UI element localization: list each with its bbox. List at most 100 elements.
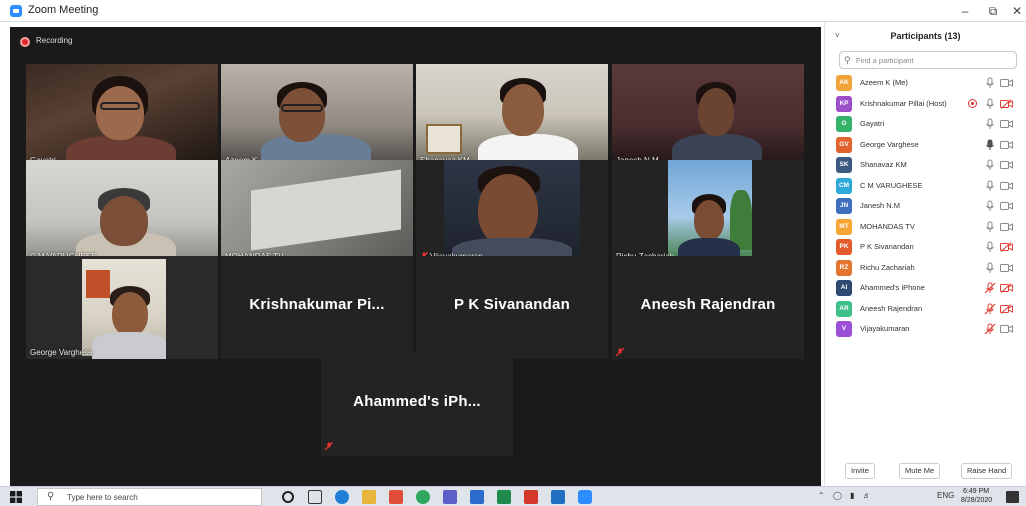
- cortana-icon[interactable]: [282, 491, 294, 503]
- video-tile-richu[interactable]: Richu Zachariah: [612, 160, 804, 263]
- clock-time[interactable]: 6:49 PM: [963, 488, 989, 495]
- window-titlebar: Zoom Meeting – ⧉ ✕: [0, 0, 1026, 22]
- zoom-taskbar-icon[interactable]: [578, 490, 592, 504]
- participant-name: Aneesh Rajendran: [860, 303, 923, 313]
- video-off-icon[interactable]: [1000, 140, 1013, 150]
- video-tile-janesh[interactable]: Janesh N.M: [612, 64, 804, 167]
- video-tile-krishnakumar[interactable]: Krishnakumar Pi...: [221, 256, 413, 359]
- search-icon: ⚲: [844, 55, 851, 65]
- video-off-icon[interactable]: [1000, 119, 1013, 129]
- chevron-up-icon[interactable]: ⌃: [818, 491, 825, 500]
- search-icon: ⚲: [47, 491, 55, 502]
- close-button[interactable]: ✕: [1002, 2, 1026, 20]
- system-tray: ⌃ ◯ ▮ ♬ ENG: [818, 491, 954, 500]
- mic-icon[interactable]: [984, 262, 996, 274]
- raise-hand-button[interactable]: Raise Hand: [961, 463, 1013, 479]
- video-feed: [416, 64, 608, 167]
- invite-button[interactable]: Invite: [845, 463, 875, 479]
- excel-icon[interactable]: [497, 490, 511, 504]
- participant-name: Azeem K (Me): [860, 78, 908, 87]
- outlook-icon[interactable]: [551, 490, 565, 504]
- participant-row[interactable]: G Gayatri: [825, 114, 1026, 134]
- mic-icon[interactable]: [984, 139, 996, 151]
- minimize-button[interactable]: –: [950, 2, 980, 20]
- participant-avatar: G: [836, 116, 852, 132]
- mic-muted-icon[interactable]: [984, 282, 996, 294]
- participant-avatar: AK: [836, 75, 852, 91]
- mic-icon[interactable]: [984, 221, 996, 233]
- participant-name: Krishnakumar Pillai (Host): [860, 98, 947, 108]
- task-view-icon[interactable]: [308, 490, 322, 504]
- mic-icon[interactable]: [984, 200, 996, 212]
- video-tile-gayatri[interactable]: Gayatri: [26, 64, 218, 167]
- video-tile-cm-varughese[interactable]: C M VARUGHESE: [26, 160, 218, 263]
- mic-icon[interactable]: [984, 98, 996, 110]
- video-tile-vijayakumaran[interactable]: Vijayakumaran: [416, 160, 608, 263]
- participant-avatar: CM: [836, 177, 852, 194]
- edge-browser-icon[interactable]: [335, 490, 349, 504]
- video-off-icon[interactable]: [1000, 303, 1013, 314]
- file-explorer-icon[interactable]: [362, 490, 376, 504]
- participant-row[interactable]: RZ Richu Zachariah: [825, 258, 1026, 278]
- word-icon[interactable]: [470, 490, 484, 504]
- mic-icon[interactable]: [984, 241, 996, 253]
- notification-icon[interactable]: [1006, 491, 1019, 503]
- video-off-icon[interactable]: [1000, 222, 1013, 232]
- video-off-icon[interactable]: [1000, 242, 1013, 252]
- participant-row[interactable]: AI Ahammed's iPhone: [825, 278, 1026, 298]
- video-tile-aneesh[interactable]: Aneesh Rajendran: [612, 256, 804, 359]
- video-off-icon[interactable]: [1000, 160, 1013, 170]
- video-feed: [612, 64, 804, 167]
- speaker-icon[interactable]: ♬: [863, 491, 871, 500]
- participant-row[interactable]: AK Azeem K (Me): [825, 73, 1026, 93]
- participant-row[interactable]: GV George Varghese: [825, 135, 1026, 155]
- clock-date[interactable]: 8/28/2020: [961, 497, 992, 504]
- mic-muted-icon[interactable]: [984, 303, 996, 315]
- video-tile-shanavaz[interactable]: Shanavaz KM: [416, 64, 608, 167]
- windows-start-icon[interactable]: [10, 491, 22, 503]
- network-icon[interactable]: ◯: [833, 491, 842, 500]
- mic-icon[interactable]: [984, 159, 996, 171]
- video-tile-mohandas[interactable]: MOHANDAS TV: [221, 160, 413, 263]
- video-tile-george[interactable]: George Varghese: [26, 256, 218, 359]
- participant-name: Janesh N.M: [860, 201, 901, 210]
- taskbar-search-box[interactable]: ⚲ Type here to search: [37, 488, 262, 506]
- taskbar-search-placeholder: Type here to search: [67, 493, 138, 502]
- video-tile-ahammed[interactable]: Ahammed's iPh...: [321, 353, 513, 456]
- participant-row[interactable]: PK P K Sivanandan: [825, 237, 1026, 257]
- participant-name: P K Sivanandan: [860, 242, 914, 251]
- video-off-icon[interactable]: [1000, 283, 1013, 293]
- pdf-reader-icon[interactable]: [524, 490, 538, 504]
- video-feed: [26, 160, 218, 263]
- chrome-icon[interactable]: [416, 490, 430, 504]
- video-tile-azeem[interactable]: Azeem K: [221, 64, 413, 167]
- video-off-icon[interactable]: [1000, 324, 1013, 334]
- mic-icon[interactable]: [984, 118, 996, 130]
- language-indicator[interactable]: ENG: [937, 491, 954, 500]
- participant-search-input[interactable]: [856, 54, 1011, 66]
- participant-search-box[interactable]: ⚲: [839, 51, 1017, 69]
- video-off-icon[interactable]: [1000, 78, 1013, 88]
- participant-row[interactable]: KP Krishnakumar Pillai (Host): [825, 94, 1026, 114]
- participant-row[interactable]: JN Janesh N.M: [825, 196, 1026, 216]
- mic-muted-icon[interactable]: [984, 323, 996, 335]
- participant-row[interactable]: SK Shanavaz KM: [825, 155, 1026, 175]
- video-feed: [612, 160, 804, 263]
- participant-row[interactable]: AR Aneesh Rajendran: [825, 299, 1026, 319]
- mic-icon[interactable]: [984, 180, 996, 192]
- video-off-icon[interactable]: [1000, 181, 1013, 191]
- battery-icon[interactable]: ▮: [850, 491, 854, 500]
- mic-icon[interactable]: [984, 77, 996, 89]
- store-icon[interactable]: [389, 490, 403, 504]
- mute-me-button[interactable]: Mute Me: [899, 463, 941, 479]
- participant-name: Shanavaz KM: [860, 160, 907, 169]
- video-off-icon[interactable]: [1000, 201, 1013, 211]
- video-off-icon[interactable]: [1000, 98, 1013, 109]
- video-off-icon[interactable]: [1000, 263, 1013, 273]
- video-feed: [221, 64, 413, 167]
- teams-icon[interactable]: [443, 490, 457, 504]
- participant-row[interactable]: V Vijayakumaran: [825, 319, 1026, 339]
- video-tile-pk-sivanandan[interactable]: P K Sivanandan: [416, 256, 608, 359]
- participant-row[interactable]: MT MOHANDAS TV: [825, 217, 1026, 237]
- participant-row[interactable]: CM C M VARUGHESE: [825, 176, 1026, 196]
